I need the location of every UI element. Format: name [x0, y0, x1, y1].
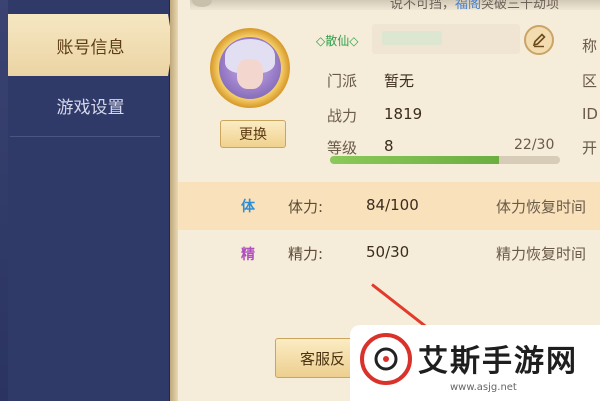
avatar-portrait-icon [219, 37, 281, 99]
level-value: 8 [384, 137, 394, 155]
level-label: 等级 [327, 139, 358, 157]
change-avatar-button[interactable]: 更换 [220, 120, 286, 148]
faction-label: 门派 [327, 72, 358, 90]
energy-label: 精力: [288, 245, 324, 263]
sidebar-tab-label: 账号信息 [56, 37, 125, 58]
stamina-icon: 体 [241, 199, 255, 215]
level-progress-text: 22/30 [514, 137, 555, 153]
top-notice-text: 说不可挡，福阁突破三十劫项 [390, 0, 559, 12]
notice-highlight[interactable]: 福阁 [455, 0, 481, 12]
server-label: 区 [582, 72, 598, 90]
sidebar-tab-game-settings[interactable]: 游戏设置 [8, 74, 173, 136]
stamina-recovery-label: 体力恢复时间 [496, 198, 587, 216]
watermark-logo-icon [360, 333, 412, 385]
power-label: 战力 [327, 107, 358, 125]
notice-suffix: 突破三十劫项 [481, 0, 560, 12]
panel-frame-edge [170, 0, 178, 401]
watermark-title: 艾斯手游网 [418, 344, 578, 379]
faction-value: 暂无 [384, 72, 415, 90]
energy-recovery-label: 精力恢复时间 [496, 245, 587, 263]
game-controller-icon [374, 347, 398, 371]
energy-icon: 精 [241, 247, 255, 263]
sidebar-tab-label: 游戏设置 [56, 97, 125, 118]
title-label: 称 [582, 37, 598, 55]
player-name-redacted [382, 31, 442, 45]
open-label: 开 [582, 139, 598, 157]
pencil-icon [532, 33, 546, 48]
notice-prefix: 说不可挡， [390, 0, 456, 12]
level-progress-bar [330, 156, 560, 164]
sidebar-tab-account-info[interactable]: 账号信息 [8, 14, 173, 76]
avatar[interactable] [210, 28, 290, 108]
id-label: ID [582, 105, 598, 123]
stamina-value: 84/100 [366, 196, 419, 214]
power-value: 1819 [384, 105, 423, 123]
stamina-label: 体力: [288, 198, 324, 216]
rank-badge: ◇散仙◇ [316, 34, 359, 48]
level-progress-fill [330, 156, 499, 164]
sidebar-divider [10, 136, 160, 137]
watermark-url: www.asjg.net [450, 382, 517, 393]
avatar-face [237, 59, 263, 89]
edit-name-button[interactable] [524, 25, 554, 55]
energy-value: 50/30 [366, 243, 410, 261]
